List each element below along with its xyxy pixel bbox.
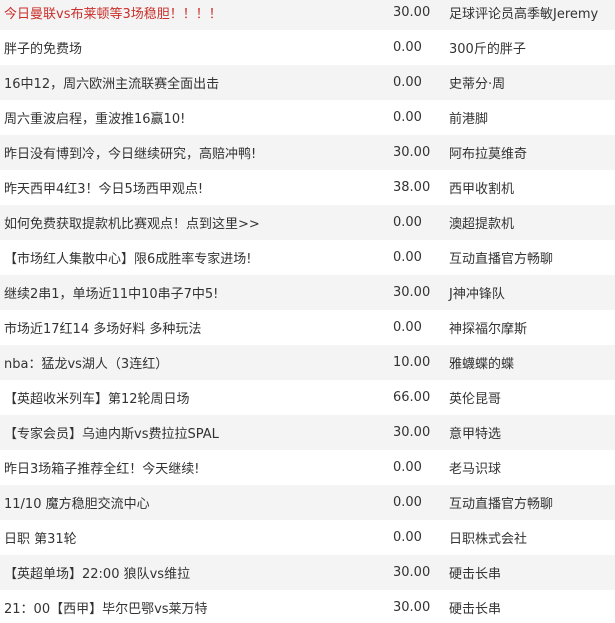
tip-title[interactable]: 胖子的免费场 <box>0 38 374 57</box>
tip-author[interactable]: 互动直播官方畅聊 <box>442 248 615 267</box>
tip-price: 30.00 <box>393 425 431 440</box>
tip-row[interactable]: 日职 第31轮 0.00 日职株式会社 <box>0 520 615 555</box>
tip-title[interactable]: 昨日没有博到冷，今日继续研究，高赔冲鸭! <box>0 143 374 162</box>
tip-title[interactable]: 21：00【西甲】毕尔巴鄂vs莱万特 <box>0 598 374 617</box>
tip-author[interactable]: J神冲锋队 <box>442 283 615 302</box>
tip-row[interactable]: 昨日3场箱子推荐全红！今天继续! 0.00 老马识球 <box>0 450 615 485</box>
tip-title[interactable]: 【市场红人集散中心】限6成胜率专家进场! <box>0 248 374 267</box>
tip-title[interactable]: 市场近17红14 多场好料 多种玩法 <box>0 318 374 337</box>
tip-author[interactable]: 互动直播官方畅聊 <box>442 493 615 512</box>
tip-author[interactable]: 英伦昆哥 <box>442 388 615 407</box>
tip-price: 66.00 <box>393 390 431 405</box>
tip-price: 0.00 <box>393 75 422 90</box>
tip-title[interactable]: 16中12，周六欧洲主流联赛全面出击 <box>0 73 374 92</box>
tip-price: 0.00 <box>393 215 422 230</box>
tip-row[interactable]: 昨天西甲4红3！今日5场西甲观点! 38.00 西甲收割机 <box>0 170 615 205</box>
tip-row[interactable]: 11/10 魔方稳胆交流中心 0.00 互动直播官方畅聊 <box>0 485 615 520</box>
tip-price: 0.00 <box>393 110 422 125</box>
tip-author[interactable]: 意甲特选 <box>442 423 615 442</box>
tip-title[interactable]: 【英超收米列车】第12轮周日场 <box>0 388 374 407</box>
tip-title[interactable]: 【专家会员】乌迪内斯vs费拉拉SPAL <box>0 423 374 442</box>
tip-author[interactable]: 史蒂分·周 <box>442 73 615 92</box>
tip-title[interactable]: 继续2串1，单场近11中10串子7中5! <box>0 283 374 302</box>
tip-row[interactable]: 【市场红人集散中心】限6成胜率专家进场! 0.00 互动直播官方畅聊 <box>0 240 615 275</box>
tip-price: 0.00 <box>393 40 422 55</box>
tip-row[interactable]: 今日曼联vs布莱顿等3场稳胆！！！！ 30.00 足球评论员高季敏Jeremy <box>0 0 615 30</box>
tip-author[interactable]: 西甲收割机 <box>442 178 615 197</box>
tip-author[interactable]: 硬击长串 <box>442 563 615 582</box>
tip-price: 30.00 <box>393 285 431 300</box>
tip-price: 0.00 <box>393 530 422 545</box>
tip-author[interactable]: 足球评论员高季敏Jeremy <box>442 3 615 22</box>
tip-row[interactable]: 21：00【西甲】毕尔巴鄂vs莱万特 30.00 硬击长串 <box>0 590 615 623</box>
tip-title[interactable]: 周六重波启程，重波推16赢10! <box>0 108 374 127</box>
tip-author[interactable]: 300斤的胖子 <box>442 38 615 57</box>
tip-title[interactable]: 昨天西甲4红3！今日5场西甲观点! <box>0 178 374 197</box>
tip-title[interactable]: 11/10 魔方稳胆交流中心 <box>0 493 374 512</box>
tip-row[interactable]: 16中12，周六欧洲主流联赛全面出击 0.00 史蒂分·周 <box>0 65 615 100</box>
tip-price: 30.00 <box>393 145 431 160</box>
tip-author[interactable]: 老马识球 <box>442 458 615 477</box>
tip-title[interactable]: 日职 第31轮 <box>0 528 374 547</box>
tip-price: 0.00 <box>393 460 422 475</box>
tip-title[interactable]: 如何免费获取提款机比赛观点！点到这里>> <box>0 213 374 232</box>
tip-price: 30.00 <box>393 600 431 615</box>
tip-price: 38.00 <box>393 180 431 195</box>
tip-price: 30.00 <box>393 565 431 580</box>
tip-price: 30.00 <box>393 5 431 20</box>
tip-title[interactable]: 【英超单场】22:00 狼队vs维拉 <box>0 563 374 582</box>
tip-author[interactable]: 雅蠛蝶的蝶 <box>442 353 615 372</box>
tip-row[interactable]: 【英超收米列车】第12轮周日场 66.00 英伦昆哥 <box>0 380 615 415</box>
tip-author[interactable]: 阿布拉莫维奇 <box>442 143 615 162</box>
tips-list: 今日曼联vs布莱顿等3场稳胆！！！！ 30.00 足球评论员高季敏Jeremy … <box>0 0 615 623</box>
tip-title[interactable]: 昨日3场箱子推荐全红！今天继续! <box>0 458 374 477</box>
tip-row[interactable]: 周六重波启程，重波推16赢10! 0.00 前港脚 <box>0 100 615 135</box>
tip-author[interactable]: 澳超提款机 <box>442 213 615 232</box>
tip-price: 0.00 <box>393 320 422 335</box>
tip-row[interactable]: 昨日没有博到冷，今日继续研究，高赔冲鸭! 30.00 阿布拉莫维奇 <box>0 135 615 170</box>
tip-author[interactable]: 神探福尔摩斯 <box>442 318 615 337</box>
tip-row[interactable]: 市场近17红14 多场好料 多种玩法 0.00 神探福尔摩斯 <box>0 310 615 345</box>
tip-price: 0.00 <box>393 495 422 510</box>
tip-row[interactable]: nba：猛龙vs湖人（3连红） 10.00 雅蠛蝶的蝶 <box>0 345 615 380</box>
tip-title[interactable]: 今日曼联vs布莱顿等3场稳胆！！！！ <box>0 3 374 22</box>
tip-title[interactable]: nba：猛龙vs湖人（3连红） <box>0 353 374 372</box>
tip-price: 0.00 <box>393 250 422 265</box>
tip-price: 10.00 <box>393 355 431 370</box>
tip-row[interactable]: 【专家会员】乌迪内斯vs费拉拉SPAL 30.00 意甲特选 <box>0 415 615 450</box>
tip-row[interactable]: 继续2串1，单场近11中10串子7中5! 30.00 J神冲锋队 <box>0 275 615 310</box>
tip-row[interactable]: 如何免费获取提款机比赛观点！点到这里>> 0.00 澳超提款机 <box>0 205 615 240</box>
tip-author[interactable]: 前港脚 <box>442 108 615 127</box>
tip-row[interactable]: 胖子的免费场 0.00 300斤的胖子 <box>0 30 615 65</box>
tip-author[interactable]: 硬击长串 <box>442 598 615 617</box>
tip-row[interactable]: 【英超单场】22:00 狼队vs维拉 30.00 硬击长串 <box>0 555 615 590</box>
tip-author[interactable]: 日职株式会社 <box>442 528 615 547</box>
